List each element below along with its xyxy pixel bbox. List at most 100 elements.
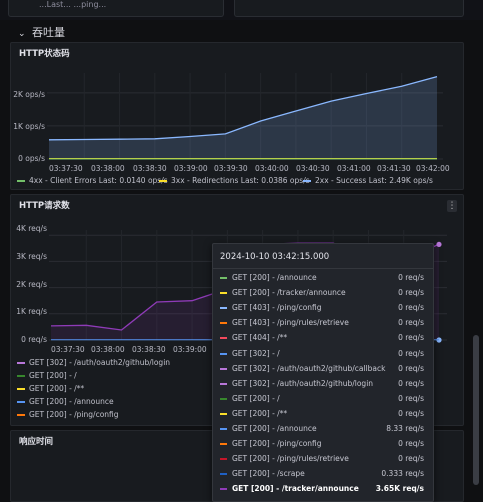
tooltip-series-value: 3.65K req/s <box>375 484 424 494</box>
legend-swatch <box>17 180 25 182</box>
series-swatch <box>220 488 227 491</box>
legend-swatch <box>17 362 25 364</box>
y-tick: 0 req/s <box>21 335 47 344</box>
y-tick: 1K ops/s <box>13 122 45 131</box>
series-swatch <box>220 277 227 279</box>
tooltip-row: GET [200] - /tracker/announce 3.65K req/s <box>220 483 428 498</box>
tooltip-series-value: 0 req/s <box>398 333 424 343</box>
tooltip-series-value: 0 req/s <box>398 378 424 388</box>
legend-swatch <box>17 401 25 403</box>
x-tick: 03:41:30 <box>377 164 411 173</box>
tooltip-series-label: GET [302] - /auth/oauth2/github/callback <box>232 363 386 373</box>
series-swatch <box>220 367 227 370</box>
tooltip-row: GET [302] - /auth/oauth2/github/callback… <box>220 363 428 378</box>
tooltip-series-label: GET [200] - /scrape <box>232 469 305 479</box>
x-tick: 03:39:00 <box>174 164 208 173</box>
legend-label: GET [302] - /auth/oauth2/github/login <box>29 358 171 367</box>
legend-label: GET [200] - /** <box>29 384 85 393</box>
tooltip-time: 2024-10-10 03:42:15.000 <box>220 252 330 262</box>
tooltip-series-label: GET [403] - /ping/config <box>232 303 322 313</box>
http-status-panel: HTTP状态码 2K ops/s 1K ops/s 0 ops/s 03:37:… <box>10 42 464 190</box>
chart-tooltip: 2024-10-10 03:42:15.000 GET [200] - /ann… <box>212 243 434 502</box>
tooltip-row: GET [200] - / 0 req/s <box>220 393 428 408</box>
legend-item[interactable]: 3xx - Redirections Last: 0.0386 ops/s <box>159 176 310 185</box>
tooltip-series-value: 0 req/s <box>398 273 424 282</box>
tooltip-series-label: GET [302] - /auth/oauth2/github/login <box>232 378 374 388</box>
legend-item[interactable]: GET [200] - /** <box>17 384 84 393</box>
x-tick: 03:37:30 <box>49 164 83 173</box>
top-field-right[interactable] <box>234 0 464 17</box>
x-tick: 03:38:30 <box>132 345 166 354</box>
tooltip-series-label: GET [200] - / <box>232 393 280 403</box>
tooltip-row: GET [200] - /scrape 0.333 req/s <box>220 468 428 483</box>
top-query-field[interactable]: ...Last... ...ping... <box>8 0 224 17</box>
y-tick: 3K req/s <box>16 252 47 261</box>
legend-item[interactable]: 2xx - Success Last: 2.49K ops/s <box>303 176 433 185</box>
tooltip-series-label: GET [200] - /tracker/announce <box>232 484 359 494</box>
tooltip-series-label: GET [200] - /tracker/announce <box>232 288 346 298</box>
y-tick: 0 ops/s <box>18 154 45 163</box>
legend-item[interactable]: GET [302] - /auth/oauth2/github/login <box>17 358 170 367</box>
tooltip-row: GET [200] - /ping/config 0 req/s <box>220 438 428 453</box>
legend-item[interactable]: GET [200] - /ping/config <box>17 410 119 419</box>
chevron-down-icon: ⌄ <box>18 29 26 39</box>
series-swatch <box>220 473 227 476</box>
panel-menu-icon[interactable]: ⋮ <box>447 200 457 212</box>
tooltip-series-value: 0 req/s <box>398 288 424 298</box>
tooltip-series-value: 0 req/s <box>398 393 424 403</box>
tooltip-series-value: 0 req/s <box>398 439 424 449</box>
tooltip-series-value: 0 req/s <box>398 363 424 373</box>
row-title: 吞吐量 <box>32 26 66 39</box>
tooltip-series-value: 0 req/s <box>398 454 424 464</box>
tooltip-row: GET [403] - /ping/config 0 req/s <box>220 302 428 317</box>
x-tick: 03:38:00 <box>91 345 125 354</box>
tooltip-series-value: 0 req/s <box>398 408 424 418</box>
series-swatch <box>220 307 227 310</box>
tooltip-series-label: GET [404] - /** <box>232 333 288 343</box>
tooltip-divider <box>213 268 433 269</box>
series-2xx-area <box>49 76 437 159</box>
series-swatch <box>220 412 227 415</box>
panel-title: HTTP请求数 <box>19 201 70 211</box>
throughput-row-header[interactable]: ⌄ 吞吐量 <box>18 24 65 40</box>
x-tick: 03:38:30 <box>133 164 167 173</box>
series-swatch <box>220 337 227 340</box>
legend-label: 3xx - Redirections Last: 0.0386 ops/s <box>171 176 310 185</box>
legend-item[interactable]: 4xx - Client Errors Last: 0.0140 ops/s <box>17 176 168 185</box>
tooltip-row: GET [404] - /** 0 req/s <box>220 332 428 347</box>
tooltip-series-value: 0 req/s <box>398 348 424 358</box>
top-bar: ...Last... ...ping... <box>0 0 483 20</box>
tooltip-series-label: GET [200] - /** <box>232 408 288 418</box>
x-tick: 03:39:30 <box>214 164 248 173</box>
legend-label: GET [200] - / <box>29 371 77 380</box>
legend-swatch <box>159 180 167 182</box>
legend-label: 2xx - Success Last: 2.49K ops/s <box>315 176 433 185</box>
tooltip-series-label: GET [200] - /announce <box>232 424 317 433</box>
tooltip-row: GET [403] - /ping/rules/retrieve 0 req/s <box>220 317 428 332</box>
legend-item[interactable]: GET [200] - /announce <box>17 397 114 406</box>
x-tick: 03:40:00 <box>255 164 289 173</box>
x-tick: 03:42:00 <box>416 164 450 173</box>
legend-item[interactable]: GET [200] - / <box>17 371 77 380</box>
x-tick: 03:38:00 <box>91 164 125 173</box>
legend-swatch <box>17 414 25 416</box>
legend-label: GET [200] - /ping/config <box>29 410 119 419</box>
y-tick: 2K ops/s <box>13 90 45 99</box>
tooltip-series-value: 0 req/s <box>398 318 424 328</box>
y-tick: 2K req/s <box>16 280 47 289</box>
series-swatch <box>220 428 227 430</box>
legend-label: GET [200] - /announce <box>29 397 114 406</box>
scrollbar-thumb[interactable] <box>473 335 479 485</box>
tooltip-row: GET [302] - / 0 req/s <box>220 348 428 363</box>
legend-swatch <box>17 388 25 390</box>
tooltip-row: GET [200] - /announce 0 req/s <box>220 272 428 287</box>
series-swatch <box>220 458 227 461</box>
series-swatch <box>220 352 227 355</box>
tooltip-row: GET [200] - /tracker/announce 0 req/s <box>220 287 428 302</box>
tooltip-row: GET [200] - /announce 8.33 req/s <box>220 423 428 438</box>
y-tick: 4K req/s <box>16 224 47 233</box>
x-tick: 03:41:00 <box>337 164 371 173</box>
http-status-chart[interactable] <box>47 63 443 163</box>
x-tick: 03:39:00 <box>173 345 207 354</box>
tooltip-series-label: GET [200] - /ping/config <box>232 439 322 449</box>
